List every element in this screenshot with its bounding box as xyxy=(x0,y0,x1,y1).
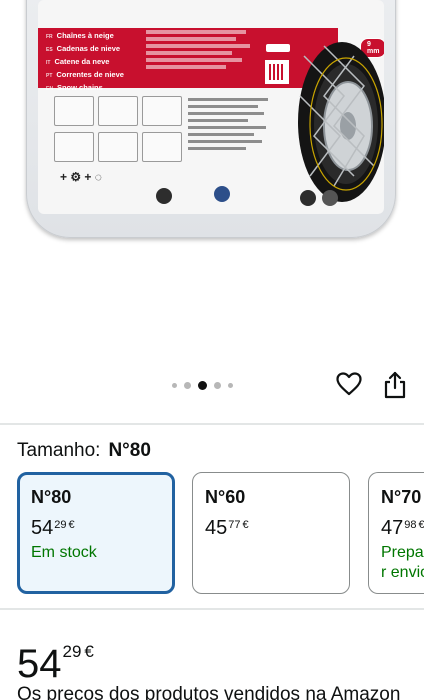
size-option-n80[interactable]: N°80 5429 € Em stock xyxy=(17,472,175,594)
language-label: Chaînes à neige xyxy=(56,31,114,40)
size-option-price: 4798€ xyxy=(381,517,424,539)
size-option-price: 5429 € xyxy=(31,517,75,539)
language-label: Snow chains xyxy=(56,83,103,92)
section-divider xyxy=(0,608,424,610)
price-disclaimer: Os preços dos produtos vendidos na Amazo… xyxy=(17,684,401,700)
certification-logos xyxy=(150,182,340,212)
certification-icon xyxy=(214,186,230,202)
size-option-title: N°60 xyxy=(205,487,246,507)
language-label: Catene da neve xyxy=(54,57,110,66)
size-option-title: N°80 xyxy=(31,487,72,507)
carousel-dots[interactable] xyxy=(172,380,233,390)
package-label: FR Chaînes à neige ES Cadenas de nieve IT C… xyxy=(38,0,384,214)
heart-icon[interactable] xyxy=(335,370,363,398)
carousel-dot[interactable] xyxy=(172,382,177,388)
size-option-price: 4577 € xyxy=(205,517,249,539)
section-divider xyxy=(0,423,424,425)
recycle-icon xyxy=(300,190,316,206)
size-option-n60[interactable]: N°60 4577 € xyxy=(192,472,350,594)
carousel-dot[interactable] xyxy=(214,381,221,389)
size-option-title: N°70 xyxy=(381,487,422,507)
size-option-availability: Preparar envio xyxy=(381,544,424,581)
package-language-list: FR Chaînes à neige ES Cadenas de nieve IT C… xyxy=(46,31,124,92)
carousel-dot-active[interactable] xyxy=(198,380,207,390)
carousel-dot[interactable] xyxy=(184,381,191,389)
package-fine-print xyxy=(146,30,256,72)
language-label: Correntes de nieve xyxy=(56,70,124,79)
carousel-dot[interactable] xyxy=(228,382,233,388)
selected-size-value: N°80 xyxy=(108,440,151,461)
product-price: 5429 € xyxy=(17,642,94,686)
size-selector-label: Tamanho: N°80 xyxy=(17,440,151,461)
product-image-carousel[interactable]: FR Chaînes à neige ES Cadenas de nieve IT C… xyxy=(0,0,424,370)
included-accessories: + ⚙ + ◌ xyxy=(60,170,102,184)
recycle-icon xyxy=(322,190,338,206)
certification-icon xyxy=(156,188,172,204)
language-label: Cadenas de nieve xyxy=(56,44,121,53)
size-option-availability: Em stock xyxy=(31,544,97,561)
tire-with-chain-icon xyxy=(298,42,384,202)
package-info-text xyxy=(188,98,272,154)
product-image: FR Chaînes à neige ES Cadenas de nieve IT C… xyxy=(26,0,396,238)
size-option-n70[interactable]: N°70 4798€ Preparar envio xyxy=(368,472,424,594)
share-icon[interactable] xyxy=(381,370,409,400)
